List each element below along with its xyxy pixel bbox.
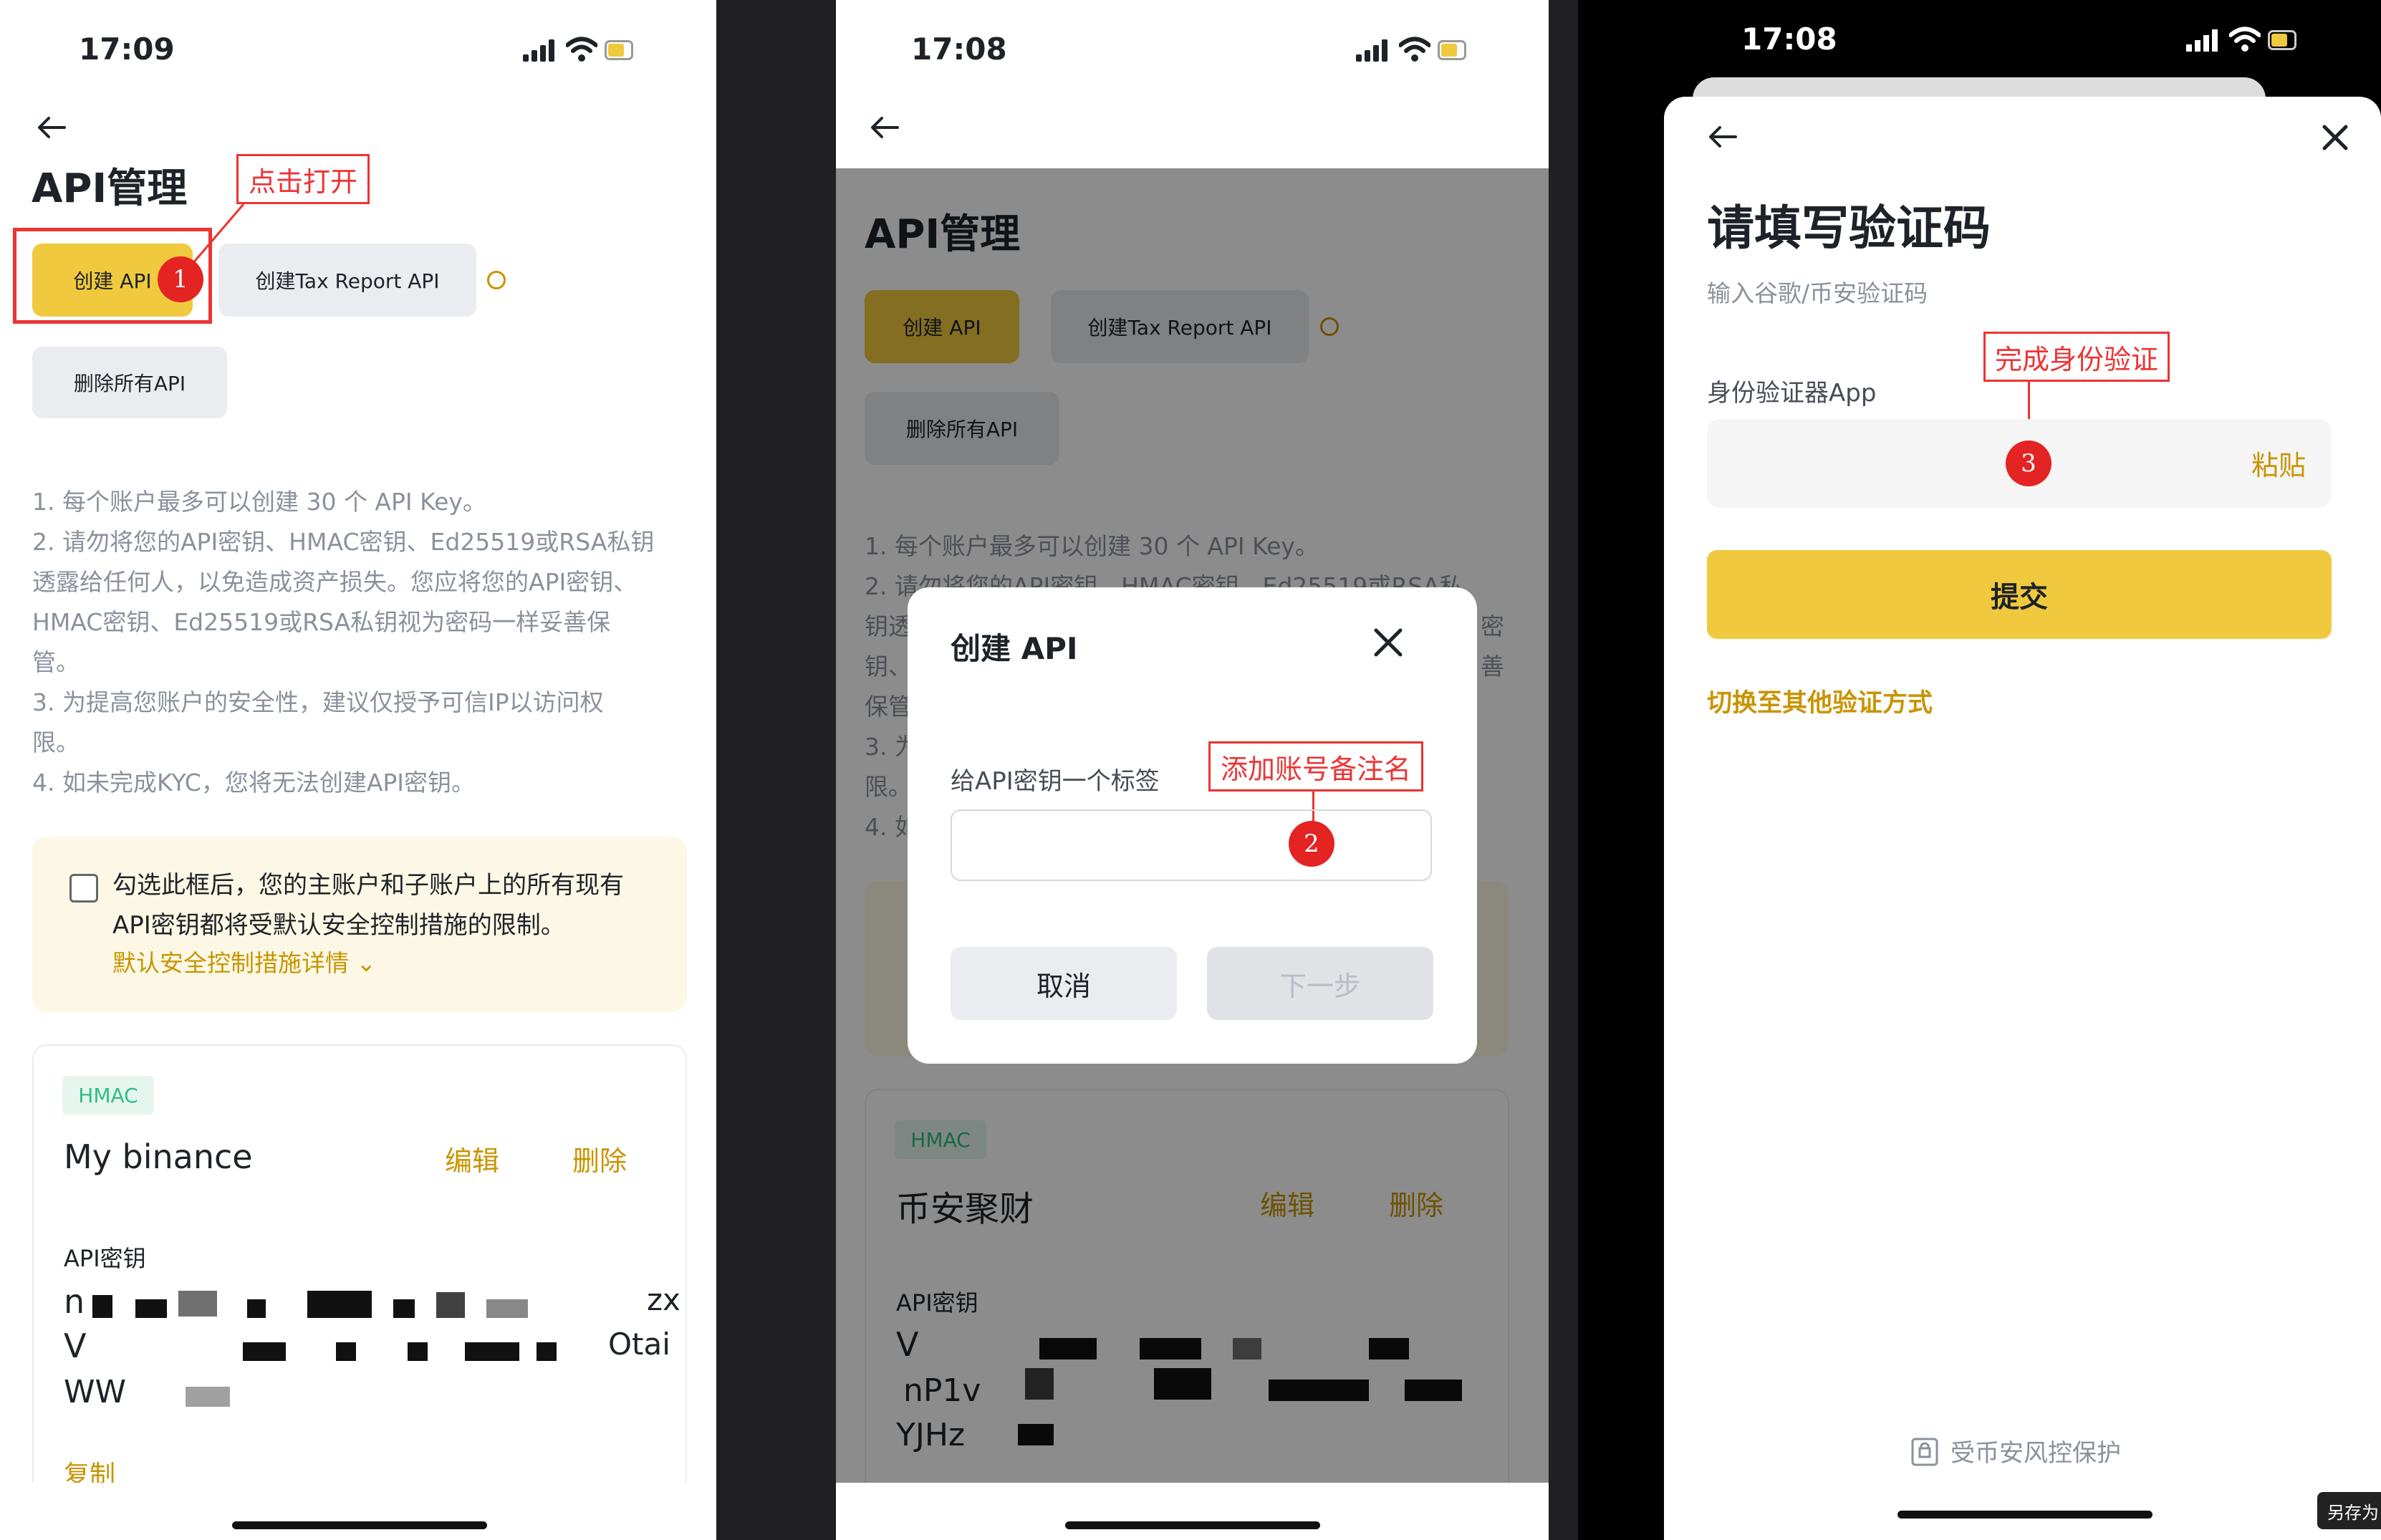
phone-screen-api-management: 17:09 API管理 点击打开 创建 API 1 创建Tax Report A… xyxy=(0,0,716,1540)
battery-icon xyxy=(2268,30,2296,50)
close-icon[interactable] xyxy=(2322,124,2349,151)
security-control-panel: 勾选此框后，您的主账户和子账户上的所有现有 API密钥都将受默认安全控制措施的限… xyxy=(32,837,687,1012)
note-line: 1. 每个账户最多可以创建 30 个 API Key。 xyxy=(32,488,486,516)
note-line: 3. 为提高您账户的安全性，建议仅授予可信IP以访问权 xyxy=(32,688,604,716)
lock-shield-icon xyxy=(1911,1438,1938,1466)
delete-all-api-button[interactable]: 删除所有API xyxy=(32,347,227,418)
signal-icon xyxy=(1356,54,1362,62)
note-line: HMAC密钥、Ed25519或RSA私钥视为密码一样妥善保 xyxy=(32,608,611,636)
note-line: 4. 如未完成KYC，您将无法创建API密钥。 xyxy=(32,769,476,797)
status-time: 17:08 xyxy=(911,32,1007,67)
signal-icon xyxy=(2186,44,2192,52)
home-indicator[interactable] xyxy=(1897,1511,2152,1519)
key-fragment: V xyxy=(64,1327,87,1365)
battery-icon xyxy=(1438,40,1466,60)
edit-api-button[interactable]: 编辑 xyxy=(445,1139,499,1178)
cancel-button[interactable]: 取消 xyxy=(951,947,1177,1020)
verification-title: 请填写验证码 xyxy=(1707,201,1991,256)
delete-api-button[interactable]: 删除 xyxy=(572,1139,627,1178)
next-step-button[interactable]: 下一步 xyxy=(1207,947,1433,1020)
api-label-field-label: 给API密钥一个标签 xyxy=(951,767,1160,796)
checkbox-line: 勾选此框后，您的主账户和子账户上的所有现有 xyxy=(112,871,624,900)
key-fragment: WW xyxy=(64,1374,127,1410)
verification-sheet: 请填写验证码 输入谷歌/币安验证码 身份验证器App 完成身份验证 粘贴 3 提… xyxy=(1664,97,2381,1540)
annotation-step-3-badge: 3 xyxy=(2006,441,2051,486)
signal-icon xyxy=(523,54,529,62)
key-fragment: zx xyxy=(647,1282,680,1317)
checkbox-text: 勾选此框后，您的主账户和子账户上的所有现有 API密钥都将受默认安全控制措施的限… xyxy=(112,865,624,945)
status-time: 17:08 xyxy=(1741,21,1837,57)
create-api-modal: 创建 API 给API密钥一个标签 添加账号备注名 2 取消 下一步 xyxy=(908,587,1477,1064)
status-icons xyxy=(523,36,633,64)
submit-button[interactable]: 提交 xyxy=(1707,550,2332,639)
phone-screen-create-api-modal: 17:08 API管理 创建 API 创建Tax Report API 删除所有… xyxy=(836,0,1549,1540)
status-time: 17:09 xyxy=(79,32,175,67)
next-step-label: 下一步 xyxy=(1279,970,1361,1002)
info-icon[interactable] xyxy=(487,271,506,289)
risk-protection-footer: 受币安风控保护 xyxy=(1910,1433,2121,1468)
hmac-tag: HMAC xyxy=(62,1076,154,1115)
api-card-name: My binance xyxy=(64,1137,253,1176)
annotation-label-open: 点击打开 xyxy=(236,154,370,204)
note-line: 管。 xyxy=(32,648,80,676)
modal-title: 创建 API xyxy=(951,631,1078,666)
api-key-card: HMAC My binance 编辑 删除 API密钥 n zx V Otai … xyxy=(32,1044,687,1540)
api-key-label: API密钥 xyxy=(64,1245,146,1272)
create-tax-report-api-button[interactable]: 创建Tax Report API xyxy=(218,244,476,317)
risk-protection-text: 受币安风控保护 xyxy=(1951,1439,2121,1468)
cancel-label: 取消 xyxy=(1036,970,1091,1002)
annotation-label-add-note: 添加账号备注名 xyxy=(1208,741,1423,791)
battery-icon xyxy=(605,40,633,60)
delete-all-api-label: 删除所有API xyxy=(73,372,186,395)
phone-screen-verification: 17:08 请填写验证码 输入谷歌/币安验证码 身份验证器App 完成身份验证 … xyxy=(1578,0,2381,1540)
create-api-label: 创建 API xyxy=(73,269,152,293)
annotation-step-2-badge: 2 xyxy=(1289,821,1334,867)
authenticator-field-label: 身份验证器App xyxy=(1707,379,1877,408)
status-icons xyxy=(2186,26,2296,54)
home-indicator[interactable] xyxy=(1065,1521,1320,1529)
api-label-input[interactable] xyxy=(951,809,1432,881)
page-title: API管理 xyxy=(32,165,188,212)
create-tax-report-api-label: 创建Tax Report API xyxy=(255,269,440,293)
back-arrow-icon[interactable] xyxy=(869,115,900,140)
api-key-redacted: n zx V Otai WW xyxy=(64,1282,680,1425)
status-icons xyxy=(1356,36,1466,64)
security-control-checkbox[interactable] xyxy=(69,874,98,903)
api-notes: 1. 每个账户最多可以创建 30 个 API Key。 2. 请勿将您的API密… xyxy=(32,482,706,803)
submit-label: 提交 xyxy=(1991,581,2048,614)
switch-verification-method-link[interactable]: 切换至其他验证方式 xyxy=(1707,683,1933,719)
close-icon[interactable] xyxy=(1373,627,1403,658)
wifi-icon xyxy=(1399,37,1430,62)
verification-subtitle: 输入谷歌/币安验证码 xyxy=(1707,279,1928,307)
checkbox-line: API密钥都将受默认安全控制措施的限制。 xyxy=(112,911,565,940)
security-details-link[interactable]: 默认安全控制措施详情 ⌄ xyxy=(112,944,376,978)
annotation-label-verify: 完成身份验证 xyxy=(1983,332,2170,382)
back-arrow-icon[interactable] xyxy=(1707,124,1738,150)
wifi-icon xyxy=(2229,27,2261,52)
note-line: 透露给任何人，以免造成资产损失。您应将您的API密钥、 xyxy=(32,568,638,596)
save-as-button[interactable]: 另存为 xyxy=(2317,1492,2381,1529)
back-arrow-icon[interactable] xyxy=(36,115,67,140)
annotation-step-1-badge: 1 xyxy=(158,256,203,302)
wifi-icon xyxy=(566,37,597,62)
note-line: 限。 xyxy=(32,728,80,756)
key-fragment: n xyxy=(64,1282,85,1321)
note-line: 2. 请勿将您的API密钥、HMAC密钥、Ed25519或RSA私钥 xyxy=(32,528,655,556)
paste-button[interactable]: 粘贴 xyxy=(2251,443,2306,483)
key-fragment: Otai xyxy=(608,1327,670,1362)
home-indicator[interactable] xyxy=(232,1521,487,1529)
